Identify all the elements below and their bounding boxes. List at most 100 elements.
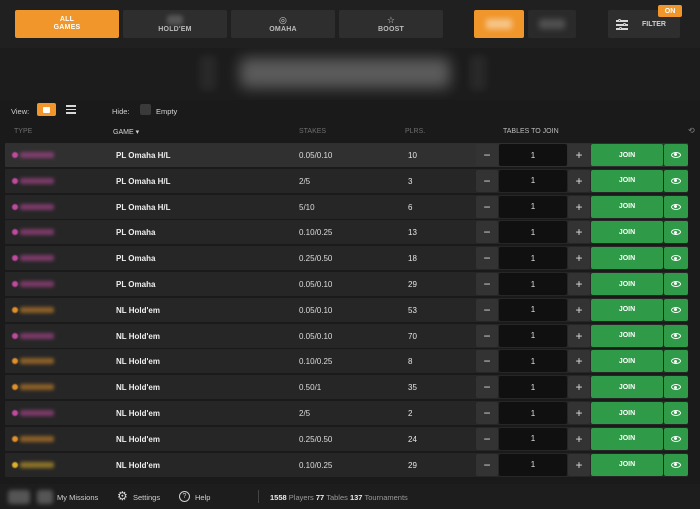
watch-table-button[interactable] [664, 221, 688, 244]
tab-boost[interactable]: ☆ BOOST [339, 10, 443, 38]
tab-holdem[interactable]: HOLD'EM [123, 10, 227, 38]
increase-tables-button[interactable]: + [568, 376, 590, 399]
increase-tables-button[interactable]: + [568, 427, 590, 450]
real-money-toggle[interactable] [474, 10, 524, 38]
tables-quantity-input[interactable]: 1 [499, 453, 567, 476]
tables-quantity-input[interactable]: 1 [499, 195, 567, 218]
increase-tables-button[interactable]: + [568, 195, 590, 218]
watch-table-button[interactable] [664, 195, 688, 218]
hide-empty-checkbox[interactable] [140, 104, 151, 115]
join-button[interactable]: JOIN [591, 221, 663, 244]
join-button[interactable]: JOIN [591, 247, 663, 270]
watch-table-button[interactable] [664, 169, 688, 192]
table-row[interactable]: NL Hold'em 2/5 2 −1 + JOIN [5, 401, 688, 425]
tables-quantity-input[interactable]: 1 [499, 273, 567, 295]
watch-table-button[interactable] [664, 402, 688, 424]
play-money-toggle[interactable] [528, 10, 576, 38]
join-button[interactable]: JOIN [591, 427, 663, 450]
table-row[interactable]: PL Omaha 0.25/0.50 18 −1 + JOIN [5, 246, 688, 271]
tab-all-games[interactable]: ALL GAMES [15, 10, 119, 38]
table-row[interactable]: PL Omaha H/L 5/10 6 −1 + JOIN [5, 194, 688, 219]
table-row[interactable]: NL Hold'em 0.05/0.10 70 −1 + JOIN [5, 323, 688, 348]
increase-tables-button[interactable]: + [568, 350, 590, 373]
watch-table-button[interactable] [664, 350, 688, 373]
increase-tables-button[interactable]: + [568, 324, 590, 347]
tables-quantity-input[interactable]: 1 [499, 247, 567, 270]
table-row[interactable]: NL Hold'em 0.10/0.25 8 −1 + JOIN [5, 349, 688, 374]
increase-tables-button[interactable]: + [568, 273, 590, 295]
table-row[interactable]: PL Omaha H/L 2/5 3 −1 + JOIN [5, 168, 688, 193]
decrease-tables-button[interactable]: − [476, 427, 498, 450]
decrease-tables-button[interactable]: − [476, 195, 498, 218]
tables-quantity-input[interactable]: 1 [499, 169, 567, 192]
tables-quantity-input[interactable]: 1 [499, 144, 567, 166]
decrease-tables-button[interactable]: − [476, 402, 498, 424]
decrease-tables-button[interactable]: − [476, 144, 498, 166]
decrease-tables-button[interactable]: − [476, 273, 498, 295]
join-button[interactable]: JOIN [591, 298, 663, 321]
decrease-tables-button[interactable]: − [476, 376, 498, 399]
decrease-tables-button[interactable]: − [476, 324, 498, 347]
tables-quantity-input[interactable]: 1 [499, 402, 567, 424]
eye-icon [671, 410, 681, 416]
tables-quantity-input[interactable]: 1 [499, 324, 567, 347]
watch-table-button[interactable] [664, 376, 688, 399]
decrease-tables-button[interactable]: − [476, 169, 498, 192]
join-button[interactable]: JOIN [591, 169, 663, 192]
increase-tables-button[interactable]: + [568, 402, 590, 424]
watch-table-button[interactable] [664, 273, 688, 295]
table-row[interactable]: NL Hold'em 0.50/1 35 −1 + JOIN [5, 375, 688, 400]
increase-tables-button[interactable]: + [568, 247, 590, 270]
increase-tables-button[interactable]: + [568, 221, 590, 244]
increase-tables-button[interactable]: + [568, 169, 590, 192]
table-row[interactable]: PL Omaha 0.05/0.10 29 −1 + JOIN [5, 272, 688, 296]
avatar[interactable] [8, 490, 30, 504]
join-button[interactable]: JOIN [591, 273, 663, 295]
grid-view-icon[interactable] [37, 103, 56, 116]
stakes-value: 0.50/1 [299, 383, 322, 393]
decrease-tables-button[interactable]: − [476, 221, 498, 244]
decrease-tables-button[interactable]: − [476, 453, 498, 476]
watch-table-button[interactable] [664, 298, 688, 321]
list-view-icon[interactable] [63, 103, 80, 116]
stakes-value: 5/10 [299, 202, 315, 212]
my-missions-link[interactable]: My Missions [57, 493, 98, 502]
table-type-icon [12, 358, 18, 365]
increase-tables-button[interactable]: + [568, 453, 590, 476]
join-button[interactable]: JOIN [591, 144, 663, 166]
watch-table-button[interactable] [664, 247, 688, 270]
table-row[interactable]: NL Hold'em 0.10/0.25 29 −1 + JOIN [5, 452, 688, 477]
watch-table-button[interactable] [664, 427, 688, 450]
watch-table-button[interactable] [664, 144, 688, 166]
tables-quantity-input[interactable]: 1 [499, 298, 567, 321]
join-button[interactable]: JOIN [591, 453, 663, 476]
decrease-tables-button[interactable]: − [476, 298, 498, 321]
table-row[interactable]: PL Omaha 0.10/0.25 13 −1 + JOIN [5, 220, 688, 245]
eye-icon [671, 306, 681, 313]
tab-omaha[interactable]: ◎ OMAHA [231, 10, 335, 38]
table-row[interactable]: PL Omaha H/L 0.05/0.10 10 −1 + JOIN [5, 143, 688, 167]
increase-tables-button[interactable]: + [568, 144, 590, 166]
join-button[interactable]: JOIN [591, 324, 663, 347]
watch-table-button[interactable] [664, 324, 688, 347]
header-game[interactable]: GAME ▾ [113, 128, 139, 136]
watch-table-button[interactable] [664, 453, 688, 476]
tables-quantity-input[interactable]: 1 [499, 376, 567, 399]
decrease-tables-button[interactable]: − [476, 350, 498, 373]
help-link[interactable]: Help [195, 493, 210, 502]
real-money-label-blurred [486, 19, 512, 29]
tables-quantity-input[interactable]: 1 [499, 221, 567, 244]
star-icon: ☆ [386, 14, 396, 25]
settings-link[interactable]: Settings [133, 493, 160, 502]
table-row[interactable]: NL Hold'em 0.25/0.50 24 −1 + JOIN [5, 426, 688, 451]
join-button[interactable]: JOIN [591, 402, 663, 424]
join-button[interactable]: JOIN [591, 376, 663, 399]
increase-tables-button[interactable]: + [568, 298, 590, 321]
decrease-tables-button[interactable]: − [476, 247, 498, 270]
join-button[interactable]: JOIN [591, 350, 663, 373]
table-row[interactable]: NL Hold'em 0.05/0.10 53 −1 + JOIN [5, 297, 688, 322]
refresh-icon[interactable]: ⟲ [688, 126, 695, 135]
tables-quantity-input[interactable]: 1 [499, 350, 567, 373]
join-button[interactable]: JOIN [591, 195, 663, 218]
tables-quantity-input[interactable]: 1 [499, 427, 567, 450]
